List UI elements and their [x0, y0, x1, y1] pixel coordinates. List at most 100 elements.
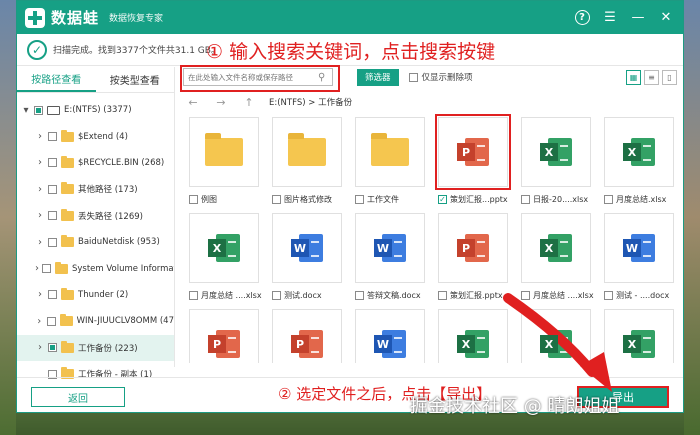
show-deleted-toggle[interactable]: 仅显示删除项	[408, 71, 473, 83]
tree-checkbox[interactable]	[42, 264, 51, 274]
detail-view-icon[interactable]: ▯	[662, 69, 677, 85]
file-thumbnail[interactable]: X	[604, 309, 674, 363]
caret-right-icon[interactable]: ›	[35, 157, 45, 168]
file-checkbox[interactable]	[438, 291, 447, 300]
tree-item[interactable]: › $RECYCLE.BIN (268)	[17, 150, 174, 176]
file-item[interactable]: X	[438, 309, 521, 363]
file-item[interactable]: 图片格式修改	[272, 117, 355, 205]
file-checkbox[interactable]: ✓	[438, 195, 447, 204]
file-thumbnail[interactable]: P	[189, 309, 259, 363]
file-thumbnail[interactable]	[355, 117, 425, 187]
tree-checkbox[interactable]	[34, 105, 43, 115]
file-name: 测试 - ....docx	[616, 291, 670, 300]
file-item[interactable]: X 月度总结 ....xlsx	[521, 213, 604, 301]
file-item[interactable]: W 测试.docx	[272, 213, 355, 301]
grid-view-icon[interactable]: ▦	[626, 69, 641, 85]
file-thumbnail[interactable]: W	[272, 213, 342, 283]
close-button[interactable]: ✕	[657, 9, 675, 27]
file-item[interactable]: 工作文件	[355, 117, 438, 205]
caret-right-icon[interactable]: ›	[35, 316, 44, 327]
file-thumbnail[interactable]: X	[189, 213, 259, 283]
tree-item[interactable]: › 其他路径 (173)	[17, 176, 174, 202]
up-arrow-icon[interactable]: ↑	[239, 96, 259, 109]
file-thumbnail[interactable]: P	[272, 309, 342, 363]
file-item[interactable]: P ✓ 策划汇报...pptx	[435, 114, 521, 205]
file-checkbox[interactable]	[272, 291, 281, 300]
tree-item[interactable]: › $Extend (4)	[17, 123, 174, 149]
caret-right-icon[interactable]: ›	[35, 210, 45, 221]
file-thumbnail[interactable]: X	[438, 309, 508, 363]
folder-icon	[61, 208, 74, 221]
sidebar-tab[interactable]: 按类型查看	[96, 67, 175, 92]
file-thumbnail[interactable]: W	[355, 213, 425, 283]
forward-arrow-icon[interactable]: →	[211, 96, 231, 109]
tree-item[interactable]: › WIN-JIUUCLV8OMM (47	[17, 308, 174, 334]
tree-item[interactable]: › 工作备份 (223)	[17, 334, 174, 361]
file-checkbox[interactable]	[355, 291, 364, 300]
caret-right-icon[interactable]: ›	[35, 342, 45, 353]
file-label: 答辩文稿.docx	[355, 290, 435, 301]
file-checkbox[interactable]	[604, 195, 613, 204]
file-item[interactable]: X 日报-20....xlsx	[521, 117, 604, 205]
file-thumbnail[interactable]: P	[435, 114, 511, 190]
file-item[interactable]: W 测试 - ....docx	[604, 213, 677, 301]
list-view-icon[interactable]: ≡	[644, 69, 659, 85]
file-checkbox[interactable]	[521, 291, 530, 300]
tree-checkbox[interactable]	[48, 237, 57, 247]
tree-item[interactable]: ▾ E:(NTFS) (3377)	[17, 97, 174, 123]
minimize-button[interactable]: —	[629, 9, 647, 27]
file-thumbnail[interactable]: W	[355, 309, 425, 363]
file-checkbox[interactable]	[521, 195, 530, 204]
tree-checkbox[interactable]	[48, 184, 57, 194]
file-item[interactable]: X 月度总结 ....xlsx	[189, 213, 272, 301]
folder-icon	[205, 133, 243, 166]
file-checkbox[interactable]	[272, 195, 281, 204]
file-thumbnail[interactable]	[272, 117, 342, 187]
tree-item[interactable]: › Thunder (2)	[17, 282, 174, 308]
tree-checkbox[interactable]	[48, 290, 57, 300]
search-input[interactable]	[188, 72, 318, 82]
sidebar-tab[interactable]: 按路径查看	[17, 67, 96, 92]
file-checkbox[interactable]	[604, 291, 613, 300]
file-checkbox[interactable]	[189, 291, 198, 300]
file-item[interactable]: P 策划汇报.pptx	[438, 213, 521, 301]
tree-checkbox[interactable]	[48, 132, 57, 142]
file-checkbox[interactable]	[355, 195, 364, 204]
tree-item[interactable]: › System Volume Informat	[17, 255, 174, 281]
file-thumbnail[interactable]: X	[521, 117, 591, 187]
back-arrow-icon[interactable]: ←	[183, 96, 203, 109]
file-item[interactable]: X 月度总结.xlsx	[604, 117, 677, 205]
file-item[interactable]: W	[355, 309, 438, 363]
help-button[interactable]: ?	[573, 9, 591, 27]
file-item[interactable]: P	[272, 309, 355, 363]
tree-item[interactable]: › 丢失路径 (1269)	[17, 203, 174, 229]
tree-checkbox[interactable]	[48, 343, 57, 353]
file-item[interactable]: X	[604, 309, 677, 363]
back-button[interactable]: 返回	[31, 387, 125, 407]
menu-button[interactable]: ☰	[601, 9, 619, 27]
file-thumbnail[interactable]: X	[521, 309, 591, 363]
caret-right-icon[interactable]: ›	[35, 131, 45, 142]
tree-checkbox[interactable]	[48, 158, 57, 168]
show-deleted-checkbox[interactable]	[408, 72, 418, 82]
search-icon[interactable]: ⚲	[318, 72, 325, 83]
file-item[interactable]: 例图	[189, 117, 272, 205]
caret-right-icon[interactable]: ›	[35, 289, 45, 300]
file-item[interactable]: X	[521, 309, 604, 363]
caret-down-icon[interactable]: ▾	[21, 105, 31, 116]
tree-item[interactable]: › BaiduNetdisk (953)	[17, 229, 174, 255]
caret-right-icon[interactable]: ›	[35, 263, 39, 274]
file-item[interactable]: W 答辩文稿.docx	[355, 213, 438, 301]
tree-checkbox[interactable]	[48, 211, 57, 221]
file-thumbnail[interactable]: P	[438, 213, 508, 283]
caret-right-icon[interactable]: ›	[35, 184, 45, 195]
file-thumbnail[interactable]: X	[521, 213, 591, 283]
filter-button[interactable]: 筛选器	[357, 68, 399, 86]
file-thumbnail[interactable]: X	[604, 117, 674, 187]
file-item[interactable]: P	[189, 309, 272, 363]
file-thumbnail[interactable]: W	[604, 213, 674, 283]
caret-right-icon[interactable]: ›	[35, 237, 45, 248]
file-checkbox[interactable]	[189, 195, 198, 204]
file-thumbnail[interactable]	[189, 117, 259, 187]
tree-checkbox[interactable]	[46, 316, 56, 326]
